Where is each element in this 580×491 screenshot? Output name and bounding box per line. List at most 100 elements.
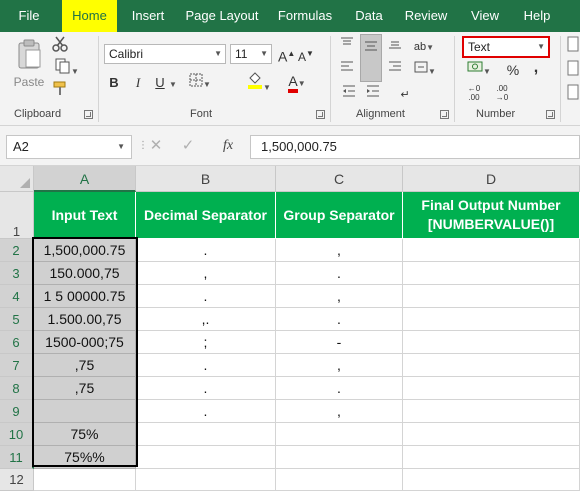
shrink-font-button[interactable]: A▼ (298, 44, 314, 67)
cell-styles-icon[interactable] (566, 84, 580, 106)
copy-button[interactable]: ▼ (50, 58, 84, 82)
select-all-corner[interactable] (0, 166, 34, 192)
decrease-decimal-icon[interactable]: .00 →0 (490, 84, 514, 106)
table-cell[interactable] (403, 308, 580, 331)
alignment-launcher-icon[interactable] (440, 110, 449, 119)
row-header[interactable]: 8 (0, 377, 34, 400)
table-cell[interactable] (403, 331, 580, 354)
font-color-button[interactable]: A▼ (282, 72, 312, 94)
table-cell[interactable] (403, 354, 580, 377)
tab-insert[interactable]: Insert (126, 0, 170, 32)
table-cell[interactable]: . (136, 285, 276, 308)
tab-formulas[interactable]: Formulas (274, 0, 336, 32)
accounting-format-icon[interactable]: ▼ (462, 60, 496, 82)
font-size-select[interactable]: 11 ▼ (230, 44, 272, 64)
enter-icon[interactable]: ✓ (178, 136, 198, 156)
row-header[interactable]: 3 (0, 262, 34, 285)
row-header[interactable]: 4 (0, 285, 34, 308)
table-cell[interactable]: 75%% (34, 446, 136, 469)
table-cell[interactable] (403, 446, 580, 469)
table-cell[interactable]: 150.000,75 (34, 262, 136, 285)
formula-input[interactable]: 1,500,000.75 (250, 135, 580, 159)
table-cell[interactable]: ; (136, 331, 276, 354)
format-table-icon[interactable] (566, 60, 580, 82)
bold-button[interactable]: B (106, 73, 122, 93)
table-cell[interactable] (403, 377, 580, 400)
tab-view[interactable]: View (466, 0, 504, 32)
table-cell[interactable] (34, 400, 136, 423)
table-cell[interactable]: , (276, 400, 403, 423)
table-cell[interactable] (34, 469, 136, 491)
row-header[interactable]: 11 (0, 446, 34, 469)
align-top-icon[interactable] (338, 36, 356, 56)
tab-file[interactable]: File (12, 0, 46, 32)
row-header[interactable]: 10 (0, 423, 34, 446)
table-cell[interactable]: . (136, 400, 276, 423)
table-cell[interactable]: . (276, 262, 403, 285)
row-header[interactable]: 7 (0, 354, 34, 377)
table-cell[interactable]: 1,500,000.75 (34, 239, 136, 262)
number-format-select[interactable]: Text ▼ (462, 36, 550, 58)
row-header[interactable]: 1 (0, 192, 34, 239)
table-cell[interactable] (403, 469, 580, 491)
column-header-a[interactable]: A (34, 166, 136, 192)
tab-review[interactable]: Review (402, 0, 450, 32)
table-cell[interactable] (276, 446, 403, 469)
align-left-icon[interactable] (338, 60, 356, 80)
table-cell[interactable]: 75% (34, 423, 136, 446)
row-header[interactable]: 2 (0, 239, 34, 262)
table-cell[interactable] (403, 400, 580, 423)
comma-style-button[interactable]: , (528, 58, 544, 78)
table-cell[interactable]: , (136, 262, 276, 285)
table-cell[interactable] (276, 469, 403, 491)
row-header[interactable]: 5 (0, 308, 34, 331)
table-cell[interactable]: . (276, 377, 403, 400)
decrease-indent-icon[interactable] (340, 84, 358, 104)
table-cell[interactable] (403, 239, 580, 262)
table-cell[interactable]: 1500-000;75 (34, 331, 136, 354)
column-header-c[interactable]: C (276, 166, 403, 192)
underline-button[interactable]: U (152, 73, 168, 93)
table-cell[interactable]: . (276, 308, 403, 331)
cancel-icon[interactable]: ✕ (146, 136, 166, 156)
column-header-d[interactable]: D (403, 166, 580, 192)
table-cell[interactable] (403, 262, 580, 285)
table-cell[interactable]: . (136, 239, 276, 262)
number-launcher-icon[interactable] (546, 110, 555, 119)
increase-decimal-icon[interactable]: ←0.00 (462, 84, 486, 106)
tab-home[interactable]: Home (62, 0, 117, 32)
table-cell[interactable] (276, 423, 403, 446)
clipboard-launcher-icon[interactable] (84, 110, 93, 119)
row-header[interactable]: 12 (0, 469, 34, 491)
italic-button[interactable]: I (130, 73, 146, 93)
table-cell[interactable]: 1.500.00,75 (34, 308, 136, 331)
paste-button[interactable] (14, 38, 44, 74)
align-right-icon[interactable] (386, 60, 404, 80)
table-cell[interactable]: , (276, 285, 403, 308)
insert-function-button[interactable]: fx (216, 136, 240, 156)
tab-data[interactable]: Data (350, 0, 388, 32)
percent-style-button[interactable]: % (504, 60, 522, 80)
fill-color-button[interactable]: ▼ (244, 72, 274, 98)
table-cell[interactable]: ,75 (34, 354, 136, 377)
table-cell[interactable]: , (276, 354, 403, 377)
table-cell[interactable]: , (276, 239, 403, 262)
table-cell[interactable] (403, 285, 580, 308)
name-box[interactable]: A2 ▼ (6, 135, 132, 159)
header-cell-input-text[interactable]: Input Text (34, 192, 136, 239)
table-cell[interactable]: ,75 (34, 377, 136, 400)
table-cell[interactable]: . (136, 354, 276, 377)
font-launcher-icon[interactable] (316, 110, 325, 119)
header-cell-group-separator[interactable]: Group Separator (276, 192, 403, 239)
table-cell[interactable] (136, 446, 276, 469)
header-cell-decimal-separator[interactable]: Decimal Separator (136, 192, 276, 239)
cut-icon[interactable] (50, 36, 70, 58)
tab-page-layout[interactable]: Page Layout (182, 0, 262, 32)
table-cell[interactable] (136, 423, 276, 446)
orientation-icon[interactable]: ab▼ (408, 36, 440, 58)
table-cell[interactable] (403, 423, 580, 446)
align-bottom-icon[interactable] (386, 36, 404, 56)
grow-font-button[interactable]: A▲ (278, 44, 295, 67)
row-header[interactable]: 6 (0, 331, 34, 354)
header-cell-final-output[interactable]: Final Output Number [NUMBERVALUE()] (403, 192, 580, 239)
